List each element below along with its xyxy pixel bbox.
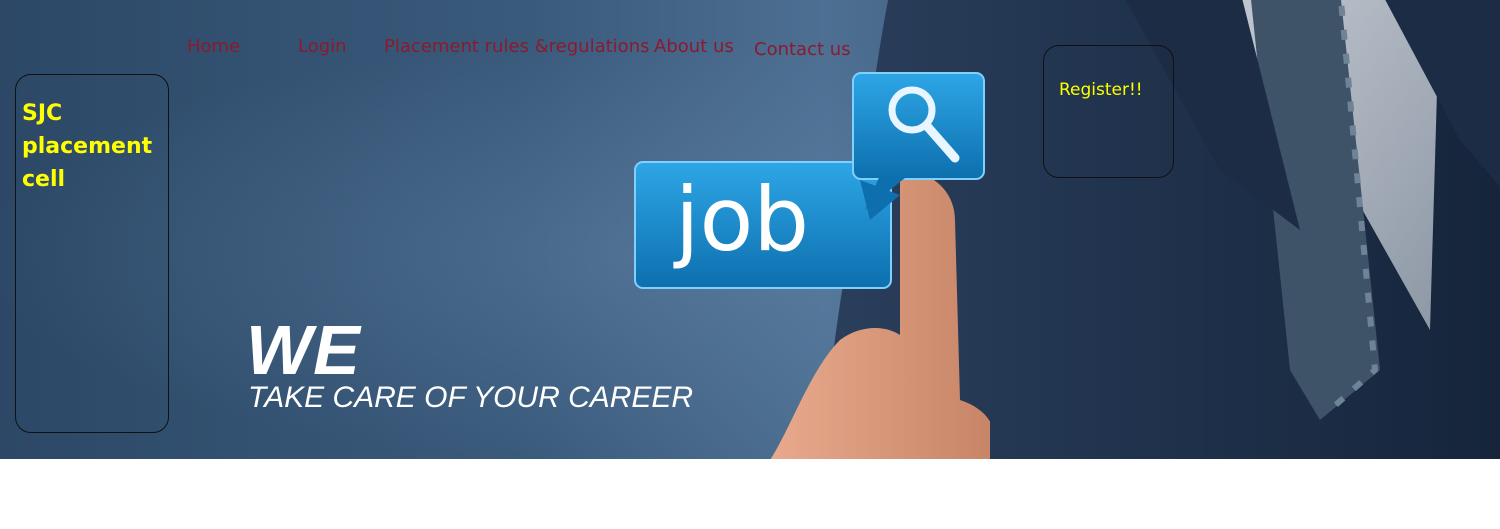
register-button[interactable]: Register!! — [1043, 45, 1174, 178]
brand-title: SJC placement cell — [22, 101, 153, 192]
nav-about-us-link[interactable]: About us — [654, 36, 734, 57]
job-graphic-text: job — [673, 168, 809, 271]
nav-placement-rules-link[interactable]: Placement rules &regulations — [384, 36, 649, 57]
register-label: Register!! — [1059, 80, 1143, 100]
hero-banner: job Home Login Placement rules &regulati… — [0, 0, 1500, 459]
brand-panel: SJC placement cell — [15, 74, 169, 433]
page-body — [0, 459, 1500, 529]
nav-home-link[interactable]: Home — [187, 36, 240, 57]
nav-login-link[interactable]: Login — [298, 36, 347, 57]
hero-headline: WE — [246, 311, 361, 389]
nav-contact-us-link[interactable]: Contact us — [754, 39, 851, 60]
hero-tagline: TAKE CARE OF YOUR CAREER — [248, 381, 694, 414]
